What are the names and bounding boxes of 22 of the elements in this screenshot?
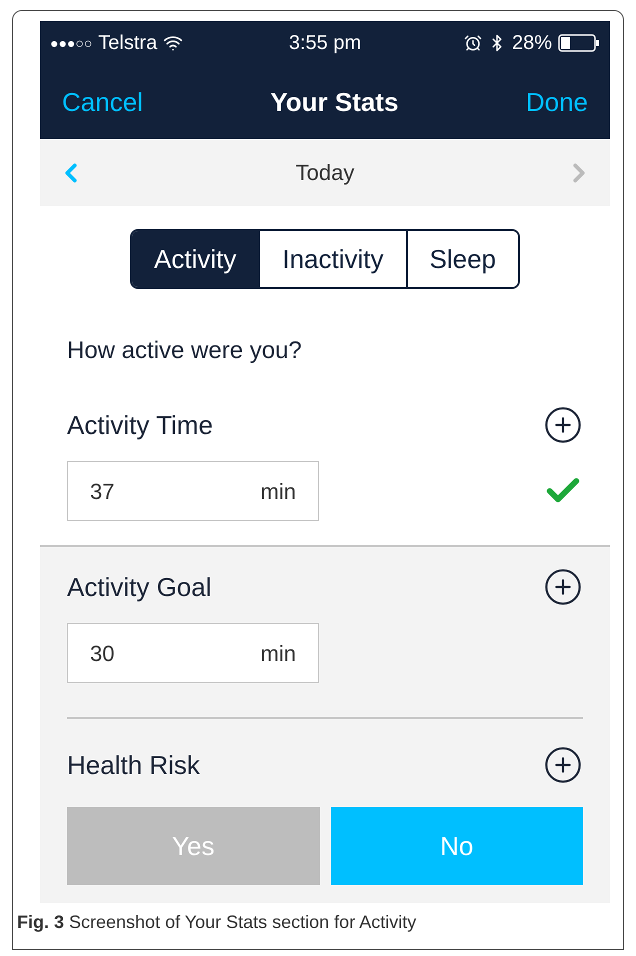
signal-dots: ●●●○○ [50,34,92,52]
field-label: Health Risk [67,748,200,782]
segment-tab[interactable]: Activity [132,231,258,287]
add-icon[interactable] [543,745,583,785]
alarm-icon [464,34,482,52]
clock: 3:55 pm [288,31,362,56]
done-button[interactable]: Done [526,82,588,122]
figure-caption: Fig. 3 Screenshot of Your Stats section for Activity [17,912,416,932]
add-icon[interactable] [543,405,583,445]
field-label: Activity Goal [67,570,212,604]
battery-percent: 28% [512,31,552,56]
segment-tab[interactable]: Sleep [406,231,518,287]
field-label: Activity Time [67,408,213,442]
cancel-button[interactable]: Cancel [62,82,143,122]
add-icon[interactable] [543,567,583,607]
carrier: Telstra [98,31,158,56]
question-text: How active were you? [67,337,302,364]
screen-title: Your Stats [270,86,398,118]
date-label: Today [296,159,354,187]
minutes-field[interactable]: 30 min [67,623,319,683]
minutes-field[interactable]: 37 min [67,461,319,521]
battery-icon [558,34,600,52]
